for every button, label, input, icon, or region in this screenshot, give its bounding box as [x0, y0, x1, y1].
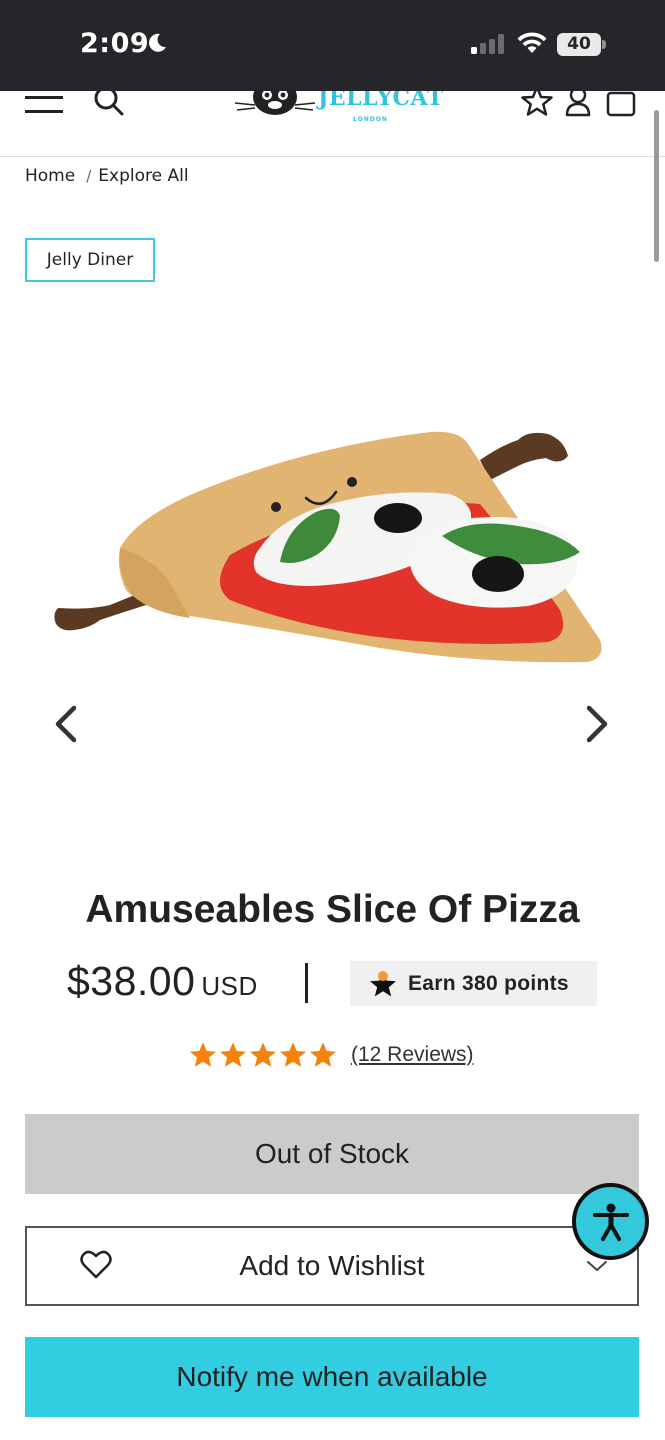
search-icon[interactable]: [93, 91, 125, 117]
reviews-link[interactable]: (12 Reviews): [351, 1043, 474, 1067]
site-header: JELLYCAT LONDON: [0, 91, 665, 157]
status-bar: 2:09 40: [0, 0, 665, 91]
heart-icon: [80, 1250, 112, 1279]
accessibility-icon: [592, 1203, 629, 1241]
out-of-stock-button[interactable]: Out of Stock: [25, 1114, 639, 1194]
bag-icon[interactable]: [606, 91, 636, 117]
wifi-icon: [517, 32, 547, 53]
chevron-left-icon[interactable]: [52, 704, 80, 744]
scrollbar[interactable]: [654, 110, 659, 262]
logo-wordmark[interactable]: JELLYCAT: [318, 91, 444, 111]
star-icon[interactable]: [521, 91, 553, 117]
price-value: $38.00: [67, 958, 196, 1004]
accessibility-button[interactable]: [572, 1183, 649, 1260]
price-divider: [305, 963, 308, 1003]
rating-star-icon: [219, 1042, 247, 1067]
chevron-right-icon[interactable]: [583, 704, 611, 744]
logo-subtext: LONDON: [353, 116, 388, 123]
battery-icon: 40: [557, 33, 601, 56]
product-image[interactable]: [40, 400, 640, 700]
points-label: Earn 380 points: [408, 971, 569, 995]
add-to-wishlist-button[interactable]: Add to Wishlist: [25, 1226, 639, 1306]
points-badge: Earn 380 points: [350, 961, 597, 1006]
out-of-stock-label: Out of Stock: [254, 1138, 410, 1169]
collection-tag[interactable]: Jelly Diner: [25, 238, 155, 282]
notify-me-button[interactable]: Notify me when available: [25, 1337, 639, 1417]
breadcrumb: Home / Explore All: [25, 166, 189, 186]
breadcrumb-home[interactable]: Home: [25, 166, 75, 186]
jellycat-cat-logo[interactable]: [233, 91, 317, 123]
product-rating[interactable]: (12 Reviews): [189, 1041, 474, 1068]
notify-me-label: Notify me when available: [176, 1361, 488, 1392]
rating-star-icon: [249, 1042, 277, 1067]
chevron-down-icon[interactable]: [585, 1258, 609, 1274]
account-icon[interactable]: [564, 91, 592, 117]
moon-icon: [149, 33, 166, 52]
rating-stars: [189, 1041, 337, 1068]
rating-star-icon: [309, 1042, 337, 1067]
product-price: $38.00 USD: [67, 958, 258, 1005]
add-to-wishlist-label: Add to Wishlist: [239, 1250, 425, 1281]
status-time: 2:09: [80, 28, 150, 59]
battery-nub: [602, 40, 606, 49]
product-title: Amuseables Slice Of Pizza: [85, 888, 580, 931]
battery-level: 40: [567, 34, 591, 54]
price-currency: USD: [201, 971, 258, 1001]
menu-icon[interactable]: [25, 93, 63, 115]
rating-star-icon: [279, 1042, 307, 1067]
rewards-star-icon: [370, 970, 396, 996]
rating-star-icon: [189, 1042, 217, 1067]
breadcrumb-separator: /: [86, 167, 92, 185]
cellular-signal-icon: [471, 34, 504, 54]
breadcrumb-explore-all[interactable]: Explore All: [98, 166, 188, 186]
